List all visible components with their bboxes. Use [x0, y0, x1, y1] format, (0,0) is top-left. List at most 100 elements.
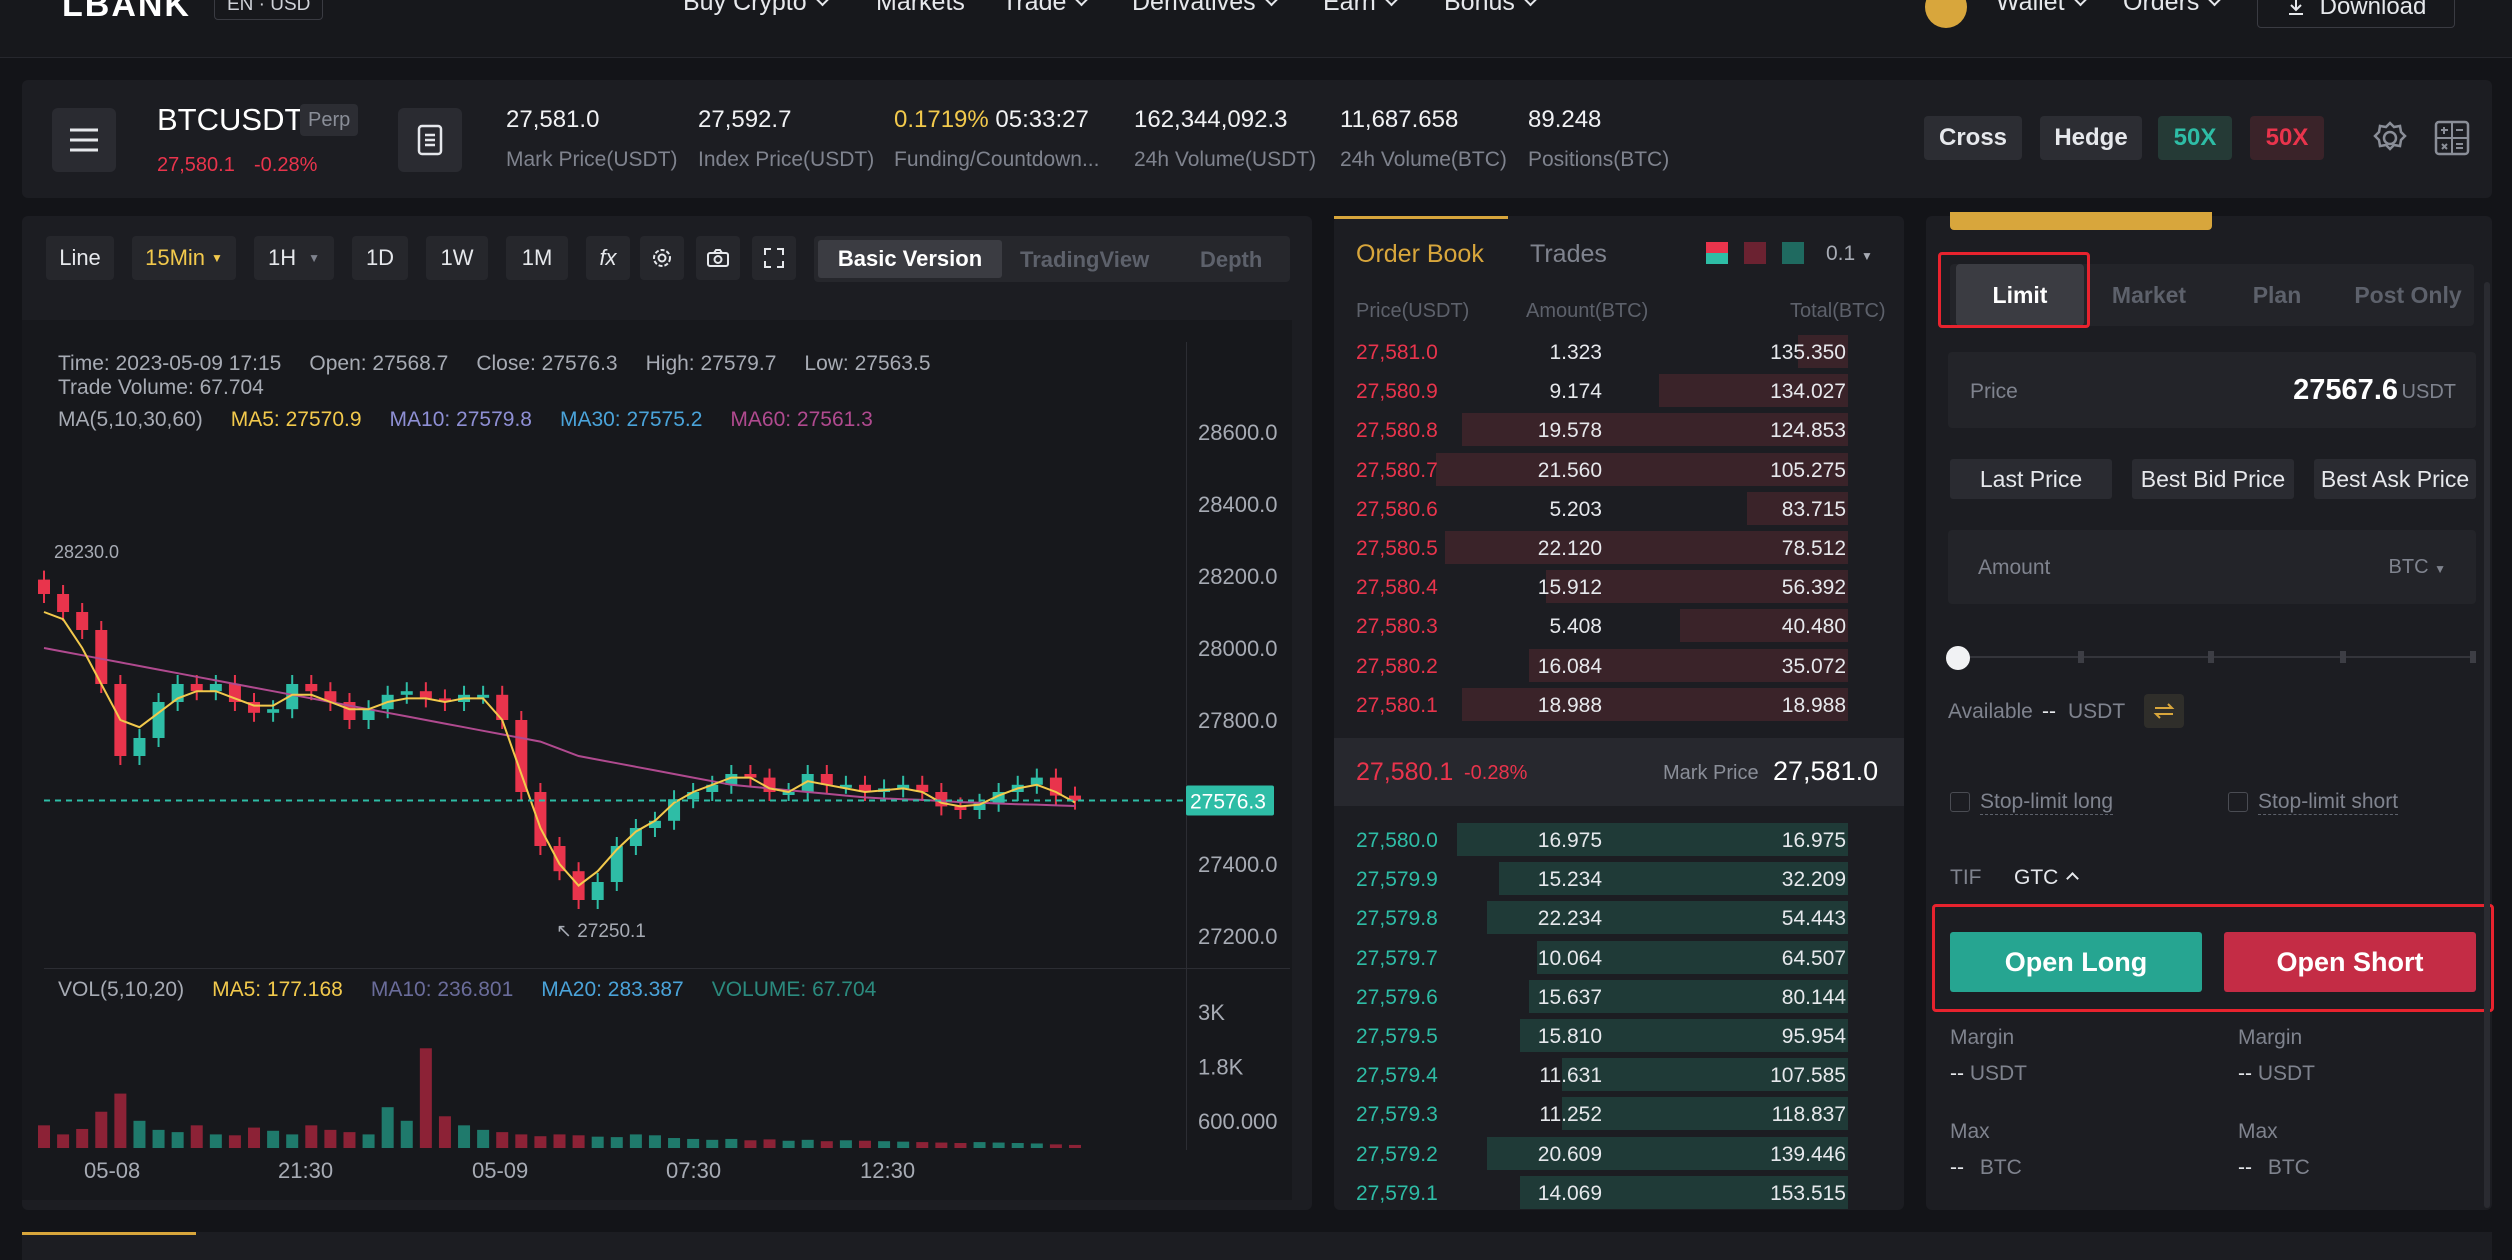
precision-select[interactable]: 0.1 ▼	[1826, 242, 1873, 266]
stop-limit-long-checkbox[interactable]	[1950, 792, 1970, 812]
volume-bar	[381, 1107, 394, 1148]
bid-row[interactable]: 27,579.2 20.609 139.446	[1336, 1134, 1892, 1173]
calculator-button[interactable]	[2432, 118, 2472, 158]
volume-bar	[668, 1138, 681, 1148]
row-price: 27,581.0	[1356, 341, 1438, 364]
bid-row[interactable]: 27,579.3 11.252 118.837	[1336, 1094, 1892, 1133]
bid-row[interactable]: 27,579.7 10.064 64.507	[1336, 938, 1892, 977]
row-amount: 16.975	[1537, 829, 1602, 852]
bid-row[interactable]: 27,579.8 22.234 54.443	[1336, 898, 1892, 937]
row-price: 27,580.2	[1356, 654, 1438, 678]
volume-bar	[286, 1134, 299, 1148]
ask-row[interactable]: 27,581.0 1.323 135.350	[1336, 332, 1892, 371]
amount-slider-track[interactable]	[1958, 656, 2472, 658]
stop-limit-short-checkbox[interactable]	[2228, 792, 2248, 812]
avatar[interactable]	[1925, 0, 1967, 28]
row-price: 27,580.8	[1356, 419, 1438, 443]
settings-button[interactable]	[2370, 118, 2410, 158]
ask-row[interactable]: 27,580.7 21.560 105.275	[1336, 450, 1892, 489]
cross-margin-button[interactable]: Cross	[1924, 116, 2022, 160]
tab-order-book[interactable]: Order Book	[1356, 240, 1484, 269]
row-amount: 22.234	[1537, 907, 1602, 931]
volume-bar	[152, 1129, 165, 1148]
ask-row[interactable]: 27,580.6 5.203 83.715	[1336, 489, 1892, 528]
bid-row[interactable]: 27,579.4 11.631 107.585	[1336, 1055, 1892, 1094]
transfer-button[interactable]	[2144, 694, 2184, 728]
ask-row[interactable]: 27,580.8 19.578 124.853	[1336, 410, 1892, 449]
ask-row[interactable]: 27,580.2 16.084 35.072	[1336, 646, 1892, 685]
row-price: 27,579.6	[1356, 985, 1438, 1009]
download-button[interactable]: Download	[2257, 0, 2455, 28]
volume-bar	[1011, 1143, 1024, 1148]
highlight-limit-tab	[1938, 252, 2090, 328]
volume-bar	[553, 1134, 566, 1148]
amount-unit: BTC	[2388, 556, 2429, 578]
chevron-down-icon	[1383, 0, 1400, 7]
view-both-icon[interactable]	[1706, 242, 1728, 264]
best-bid-price-button[interactable]: Best Bid Price	[2132, 459, 2294, 499]
last-price-button[interactable]: Last Price	[1950, 459, 2112, 499]
ask-row[interactable]: 27,580.1 18.988 18.988	[1336, 685, 1892, 724]
row-amount: 15.637	[1537, 985, 1602, 1009]
bid-row[interactable]: 27,579.6 15.637 80.144	[1336, 977, 1892, 1016]
row-price: 27,579.1	[1356, 1181, 1438, 1205]
nav-bonus[interactable]: Bonus	[1444, 0, 1539, 17]
nav-orders[interactable]: Orders	[2123, 0, 2223, 17]
row-total: 135.350	[1770, 341, 1846, 364]
amount-slider-handle[interactable]	[1946, 646, 1970, 670]
hedge-mode-button[interactable]: Hedge	[2040, 116, 2142, 160]
form-scrollbar[interactable]	[2484, 282, 2490, 1208]
tif-select[interactable]: GTC	[2014, 866, 2080, 890]
row-total: 54.443	[1781, 907, 1846, 931]
x-tick-label: 07:30	[666, 1158, 721, 1183]
volume-bar	[591, 1136, 604, 1148]
leverage-short-button[interactable]: 50X	[2250, 116, 2324, 160]
view-bids-icon[interactable]	[1782, 242, 1804, 264]
nav-wallet[interactable]: Wallet	[1996, 0, 2088, 17]
amount-unit-select[interactable]: BTC ▼	[2389, 556, 2446, 579]
leverage-long-button[interactable]: 50X	[2158, 116, 2232, 160]
available-unit: USDT	[2068, 700, 2126, 723]
price-chart-svg: 28600.0 28400.0 28200.0 28000.0 27800.0 27400…	[38, 420, 1278, 1183]
row-amount: 11.631	[1539, 1064, 1602, 1088]
ask-row[interactable]: 27,580.4 15.912 56.392	[1336, 567, 1892, 606]
row-price: 27,580.1	[1356, 693, 1438, 717]
mid-change: -0.28%	[1464, 762, 1528, 784]
bid-row[interactable]: 27,580.0 16.975 16.975	[1336, 820, 1892, 859]
row-total: 78.512	[1781, 537, 1846, 560]
ma60-line	[43, 647, 1076, 808]
bid-row[interactable]: 27,579.1 14.069 153.515	[1336, 1173, 1892, 1212]
candle-body	[267, 709, 280, 713]
tab-plan[interactable]: Plan	[2220, 264, 2334, 326]
volume-bar	[992, 1142, 1005, 1148]
price-input[interactable]: Price 27567.6 USDT	[1948, 352, 2476, 428]
candle-body	[515, 720, 528, 792]
ask-row[interactable]: 27,580.5 22.120 78.512	[1336, 528, 1892, 567]
view-asks-icon[interactable]	[1744, 242, 1766, 264]
tab-market[interactable]: Market	[2094, 264, 2204, 326]
amount-input[interactable]: Amount BTC ▼	[1948, 530, 2476, 604]
volume-bar	[706, 1139, 719, 1148]
bid-row[interactable]: 27,579.9 15.234 32.209	[1336, 859, 1892, 898]
stop-limit-short-label[interactable]: Stop-limit short	[2258, 790, 2399, 815]
promo-banner[interactable]	[1950, 212, 2212, 230]
ask-row[interactable]: 27,580.9 9.174 134.027	[1336, 371, 1892, 410]
slider-tick	[2340, 651, 2346, 663]
ask-row[interactable]: 27,580.3 5.408 40.480	[1336, 606, 1892, 645]
volume-bar	[763, 1139, 776, 1148]
mark-price-label: Mark Price	[1663, 762, 1759, 784]
stop-limit-long-label[interactable]: Stop-limit long	[1980, 790, 2114, 815]
tab-trades[interactable]: Trades	[1530, 240, 1607, 269]
ob-header-total: Total(BTC)	[1790, 300, 1886, 322]
tab-post-only[interactable]: Post Only	[2344, 264, 2472, 326]
row-amount: 16.084	[1537, 654, 1602, 678]
stat-positions: 89.248 Positions(BTC)	[1528, 106, 1669, 172]
best-ask-price-button[interactable]: Best Ask Price	[2314, 459, 2476, 499]
nav-earn[interactable]: Earn	[1323, 0, 1400, 17]
candle-body	[400, 691, 413, 695]
bid-row[interactable]: 27,579.5 15.810 95.954	[1336, 1016, 1892, 1055]
volume-bar	[305, 1125, 318, 1148]
value: --	[2238, 1156, 2252, 1179]
row-price: 27,580.4	[1356, 576, 1438, 600]
row-price: 27,580.7	[1356, 458, 1438, 482]
